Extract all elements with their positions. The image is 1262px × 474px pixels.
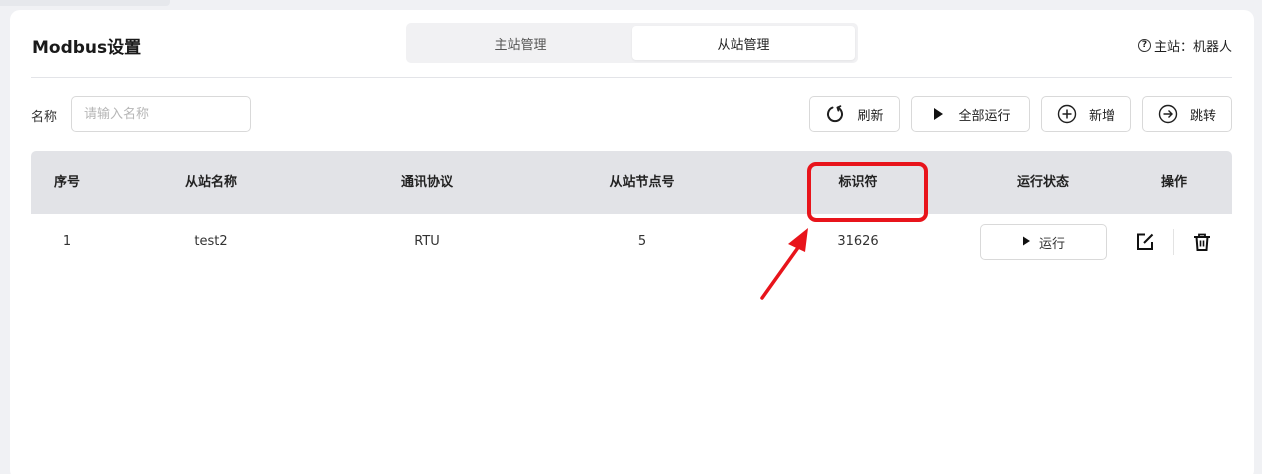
cell-node-number: 5 [637, 234, 647, 249]
column-header-node-number: 从站节点号 [609, 175, 675, 190]
cell-identifier: 31626 [837, 234, 879, 249]
cell-slave-name: test2 [194, 234, 228, 249]
tab-slave-management[interactable]: 从站管理 [632, 26, 855, 60]
plus-circle-icon [1057, 104, 1077, 124]
cell-index: 1 [62, 234, 72, 249]
annotation-highlight-box [807, 162, 928, 222]
table-header: 序号 从站名称 通讯协议 从站节点号 标识符 运行状态 操作 [31, 151, 1232, 214]
run-all-button[interactable]: 全部运行 [911, 96, 1030, 132]
name-search-input[interactable] [71, 96, 251, 132]
run-label: 运行 [1038, 236, 1065, 252]
column-header-actions: 操作 [1160, 175, 1188, 190]
delete-icon[interactable] [1191, 231, 1213, 253]
column-header-index: 序号 [53, 175, 81, 190]
page-title: Modbus设置 [32, 38, 142, 58]
run-button[interactable]: 运行 [980, 224, 1107, 260]
tab-master-management[interactable]: 主站管理 [409, 26, 632, 60]
action-separator [1173, 229, 1174, 255]
add-label: 新增 [1088, 108, 1115, 124]
annotation-arrow-icon [760, 228, 808, 300]
name-filter-label: 名称 [31, 110, 58, 125]
station-tab-switch: 主站管理 从站管理 [406, 23, 858, 63]
column-header-protocol: 通讯协议 [400, 175, 454, 190]
play-icon [930, 106, 946, 122]
run-all-label: 全部运行 [958, 108, 1011, 124]
refresh-label: 刷新 [857, 108, 884, 124]
jump-button[interactable]: 跳转 [1142, 96, 1232, 132]
cell-protocol: RTU [414, 234, 440, 249]
master-station-info: ? 主站：机器人 [1137, 36, 1232, 55]
edit-icon[interactable] [1134, 231, 1156, 253]
add-button[interactable]: 新增 [1041, 96, 1131, 132]
play-small-icon [1022, 235, 1031, 250]
column-header-slave-name: 从站名称 [184, 175, 238, 190]
header-divider [31, 77, 1232, 78]
column-header-run-status: 运行状态 [1016, 175, 1070, 190]
arrow-right-circle-icon [1158, 104, 1178, 124]
question-icon[interactable]: ? [1137, 39, 1151, 52]
modbus-settings-panel: Modbus设置 主站管理 从站管理 ? 主站：机器人 名称 刷新 全部运行 新… [10, 10, 1254, 474]
refresh-button[interactable]: 刷新 [809, 96, 900, 132]
jump-label: 跳转 [1189, 108, 1216, 124]
master-station-label: 主站：机器人 [1153, 40, 1232, 55]
top-edge-strip [0, 0, 170, 6]
refresh-icon [825, 104, 845, 124]
